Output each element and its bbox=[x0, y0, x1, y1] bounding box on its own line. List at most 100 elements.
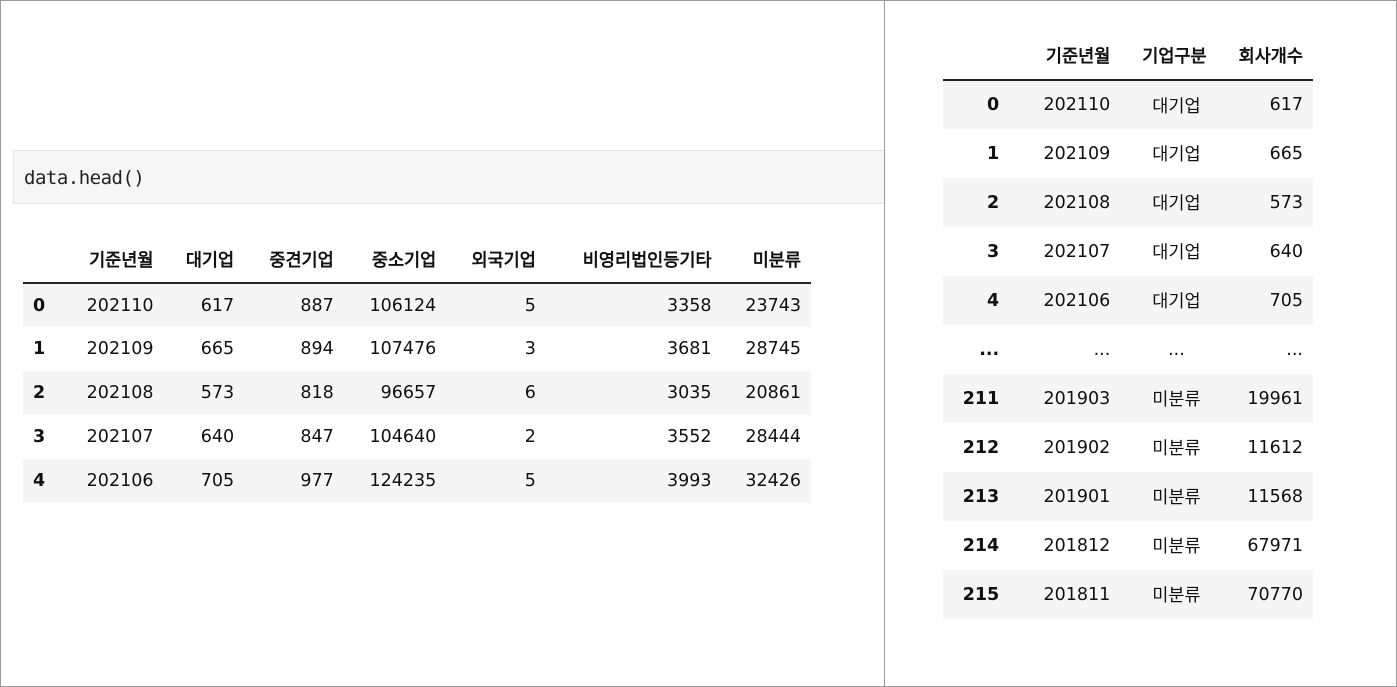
row-index: 4 bbox=[33, 471, 46, 491]
table-cell: 640 bbox=[200, 427, 235, 447]
table-cell: 2 bbox=[524, 427, 536, 447]
table-cell: 202108 bbox=[86, 383, 154, 403]
table-cell: 201901 bbox=[1043, 486, 1111, 507]
table-cell: 23743 bbox=[745, 295, 801, 316]
table-cell: 573 bbox=[200, 383, 235, 403]
row-index: 212 bbox=[962, 437, 1000, 458]
table-row: 211 201903 미분류 19961 bbox=[943, 374, 1313, 423]
table-cell: 67971 bbox=[1247, 535, 1303, 556]
table-cell: ... bbox=[1286, 339, 1303, 360]
panel-divider bbox=[884, 0, 885, 687]
row-index: 4 bbox=[987, 290, 1000, 311]
table-cell: 3681 bbox=[667, 339, 712, 359]
row-index: 215 bbox=[962, 584, 1000, 605]
column-header: 기준년월 bbox=[1045, 46, 1111, 67]
table-cell: 미분류 bbox=[1152, 537, 1201, 557]
table-cell: 106124 bbox=[369, 295, 437, 316]
table-cell: 19961 bbox=[1247, 388, 1303, 409]
table-cell: 201811 bbox=[1043, 584, 1111, 605]
row-index: ... bbox=[979, 339, 1000, 360]
table-cell: 28745 bbox=[745, 339, 801, 359]
table-cell: 3552 bbox=[667, 427, 712, 447]
index-header bbox=[23, 236, 61, 283]
table-row: 0 202110 617 887 106124 5 3358 23743 bbox=[23, 283, 811, 327]
table-row: 214 201812 미분류 67971 bbox=[943, 521, 1313, 570]
table-cell: 미분류 bbox=[1152, 390, 1201, 410]
table-cell: 665 bbox=[200, 339, 235, 359]
table-row-ellipsis: ... ... ... ... bbox=[943, 325, 1313, 374]
table-cell: 107476 bbox=[369, 339, 437, 359]
table-cell: 617 bbox=[200, 295, 235, 316]
dataframe-output-long: 기준년월 기업구분 회사개수 0 202110 대기업 617 1 202109… bbox=[943, 31, 1313, 619]
table-cell: 705 bbox=[1269, 290, 1303, 311]
table-cell: 3993 bbox=[667, 471, 712, 491]
code-cell-input[interactable]: data.head() bbox=[24, 167, 145, 189]
table-row: 2 202108 대기업 573 bbox=[943, 178, 1313, 227]
table-cell: 20861 bbox=[745, 383, 801, 403]
table-cell: 미분류 bbox=[1152, 439, 1201, 459]
table-cell: 202108 bbox=[1043, 192, 1111, 213]
row-index: 3 bbox=[987, 241, 1000, 262]
column-header: 미분류 bbox=[752, 250, 801, 271]
table-cell: 202109 bbox=[1043, 143, 1111, 164]
table-cell: 3358 bbox=[667, 295, 712, 316]
index-header bbox=[943, 31, 1021, 80]
table-cell: 977 bbox=[300, 471, 334, 491]
table-cell: 28444 bbox=[745, 427, 801, 447]
row-index: 0 bbox=[33, 295, 46, 316]
table-cell: 5 bbox=[524, 471, 536, 491]
table-cell: 201902 bbox=[1043, 437, 1111, 458]
table-cell: 201903 bbox=[1043, 388, 1111, 409]
table-row: 215 201811 미분류 70770 bbox=[943, 570, 1313, 619]
table-cell: 202110 bbox=[86, 295, 154, 316]
table-cell: 3035 bbox=[667, 383, 712, 403]
table-cell: 202106 bbox=[1043, 290, 1111, 311]
table-row: 1 202109 665 894 107476 3 3681 28745 bbox=[23, 327, 811, 371]
row-index: 1 bbox=[33, 339, 46, 359]
row-index: 2 bbox=[987, 192, 1000, 213]
table-cell: 201812 bbox=[1043, 535, 1111, 556]
table-cell: 887 bbox=[300, 295, 334, 316]
table-cell: 202106 bbox=[86, 471, 154, 491]
row-index: 3 bbox=[33, 427, 46, 447]
table-row: 2 202108 573 818 96657 6 3035 20861 bbox=[23, 371, 811, 415]
table-cell: ... bbox=[1168, 339, 1185, 360]
row-index: 213 bbox=[962, 486, 1000, 507]
table-cell: 11568 bbox=[1247, 486, 1303, 507]
table-cell: 대기업 bbox=[1152, 145, 1201, 165]
table-cell: ... bbox=[1093, 339, 1111, 360]
table-cell: 640 bbox=[1269, 241, 1303, 262]
code-cell[interactable]: data.head() bbox=[13, 150, 884, 204]
table-cell: 104640 bbox=[369, 427, 437, 447]
column-header: 비영리법인등기타 bbox=[582, 250, 712, 271]
table-cell: 894 bbox=[300, 339, 334, 359]
table-cell: 70770 bbox=[1247, 584, 1303, 605]
table-cell: 705 bbox=[200, 471, 235, 491]
column-header: 외국기업 bbox=[471, 250, 536, 271]
table-cell: 847 bbox=[300, 427, 334, 447]
row-index: 214 bbox=[962, 535, 1000, 556]
table-cell: 202107 bbox=[1043, 241, 1111, 262]
row-index: 0 bbox=[987, 95, 1000, 115]
table-row: 4 202106 705 977 124235 5 3993 32426 bbox=[23, 459, 811, 503]
column-header: 회사개수 bbox=[1238, 46, 1303, 67]
column-header: 기준년월 bbox=[89, 250, 154, 271]
table-cell: 818 bbox=[300, 383, 334, 403]
row-index: 2 bbox=[33, 383, 46, 403]
table-cell: 617 bbox=[1269, 95, 1303, 115]
table-cell: 573 bbox=[1269, 192, 1303, 213]
table-cell: 96657 bbox=[380, 383, 437, 403]
table-row: 1 202109 대기업 665 bbox=[943, 129, 1313, 178]
table-header-row: 기준년월 대기업 중견기업 중소기업 외국기업 비영리법인등기타 미분류 bbox=[23, 236, 811, 283]
table-cell: 124235 bbox=[369, 471, 437, 491]
table-row: 3 202107 대기업 640 bbox=[943, 227, 1313, 276]
table-cell: 202109 bbox=[86, 339, 154, 359]
table-cell: 미분류 bbox=[1152, 586, 1201, 606]
table-cell: 대기업 bbox=[1152, 243, 1201, 263]
row-index: 1 bbox=[987, 143, 1000, 164]
table-cell: 미분류 bbox=[1152, 488, 1201, 508]
table-cell: 대기업 bbox=[1152, 194, 1201, 214]
table-row: 0 202110 대기업 617 bbox=[943, 80, 1313, 129]
table-cell: 202110 bbox=[1043, 95, 1111, 115]
table-cell: 5 bbox=[524, 295, 536, 316]
